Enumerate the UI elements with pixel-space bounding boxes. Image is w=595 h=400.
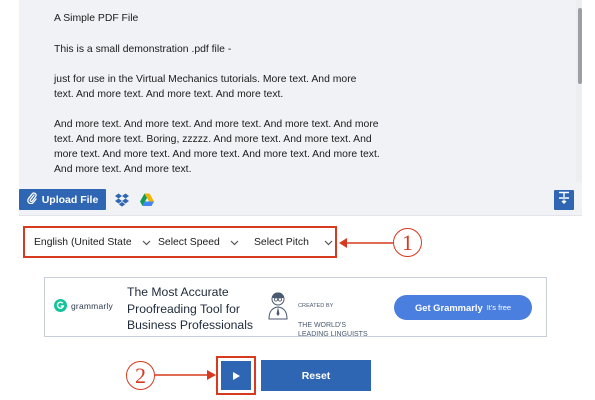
document-title: A Simple PDF File bbox=[54, 13, 139, 24]
scrollbar[interactable] bbox=[576, 0, 582, 182]
get-grammarly-button[interactable]: Get Grammarly It's free bbox=[394, 295, 532, 320]
callout-arrow-1 bbox=[339, 238, 393, 248]
chevron-down-icon bbox=[142, 240, 151, 246]
ad-caption: CREATED BY THE WORLD'S LEADING LINGUISTS bbox=[298, 292, 368, 349]
language-select-value: English (United States) bbox=[34, 236, 131, 248]
google-drive-icon[interactable] bbox=[139, 192, 155, 208]
get-grammarly-label: Get Grammarly bbox=[414, 302, 483, 313]
ad-caption-created-by: CREATED BY bbox=[298, 302, 334, 309]
language-select[interactable]: English (United States) bbox=[34, 228, 152, 256]
its-free-label: It's free bbox=[486, 303, 512, 312]
ad-caption-linguists: THE WORLD'S LEADING LINGUISTS bbox=[298, 321, 368, 339]
speed-select-value: Select Speed bbox=[158, 236, 220, 248]
play-button[interactable] bbox=[221, 361, 251, 390]
reset-button[interactable]: Reset bbox=[261, 360, 371, 391]
callout-number-2: 2 bbox=[126, 361, 155, 390]
text-format-button[interactable] bbox=[554, 190, 574, 210]
ad-headline: The Most Accurate Proofreading Tool for … bbox=[127, 285, 253, 332]
chevron-down-icon bbox=[324, 240, 333, 246]
paperclip-icon bbox=[26, 192, 37, 207]
grammarly-icon bbox=[54, 299, 67, 312]
speed-select[interactable]: Select Speed bbox=[158, 228, 244, 256]
chevron-down-icon bbox=[230, 240, 239, 246]
upload-file-button[interactable]: Upload File bbox=[19, 189, 106, 210]
text-editor[interactable]: A Simple PDF File This is a small demons… bbox=[19, 0, 582, 216]
play-icon bbox=[233, 371, 240, 380]
play-button-highlight bbox=[216, 356, 256, 395]
grammarly-logo: grammarly bbox=[54, 299, 113, 312]
document-text: This is a small demonstration .pdf file … bbox=[54, 44, 380, 175]
grammarly-ad[interactable]: grammarly The Most Accurate Proofreading… bbox=[44, 277, 547, 338]
upload-file-label: Upload File bbox=[41, 193, 99, 206]
scrollbar-thumb[interactable] bbox=[578, 8, 582, 84]
linguist-illustration-icon bbox=[268, 292, 288, 320]
pitch-select-value: Select Pitch bbox=[254, 236, 309, 248]
callout-arrow-2 bbox=[155, 370, 216, 380]
grammarly-wordmark: grammarly bbox=[71, 300, 113, 311]
text-format-icon bbox=[558, 191, 570, 209]
voice-controls: English (United States) Select Speed Sel… bbox=[23, 226, 337, 258]
callout-number-1: 1 bbox=[393, 228, 422, 257]
dropbox-icon[interactable] bbox=[114, 192, 130, 208]
pitch-select[interactable]: Select Pitch bbox=[254, 228, 336, 256]
